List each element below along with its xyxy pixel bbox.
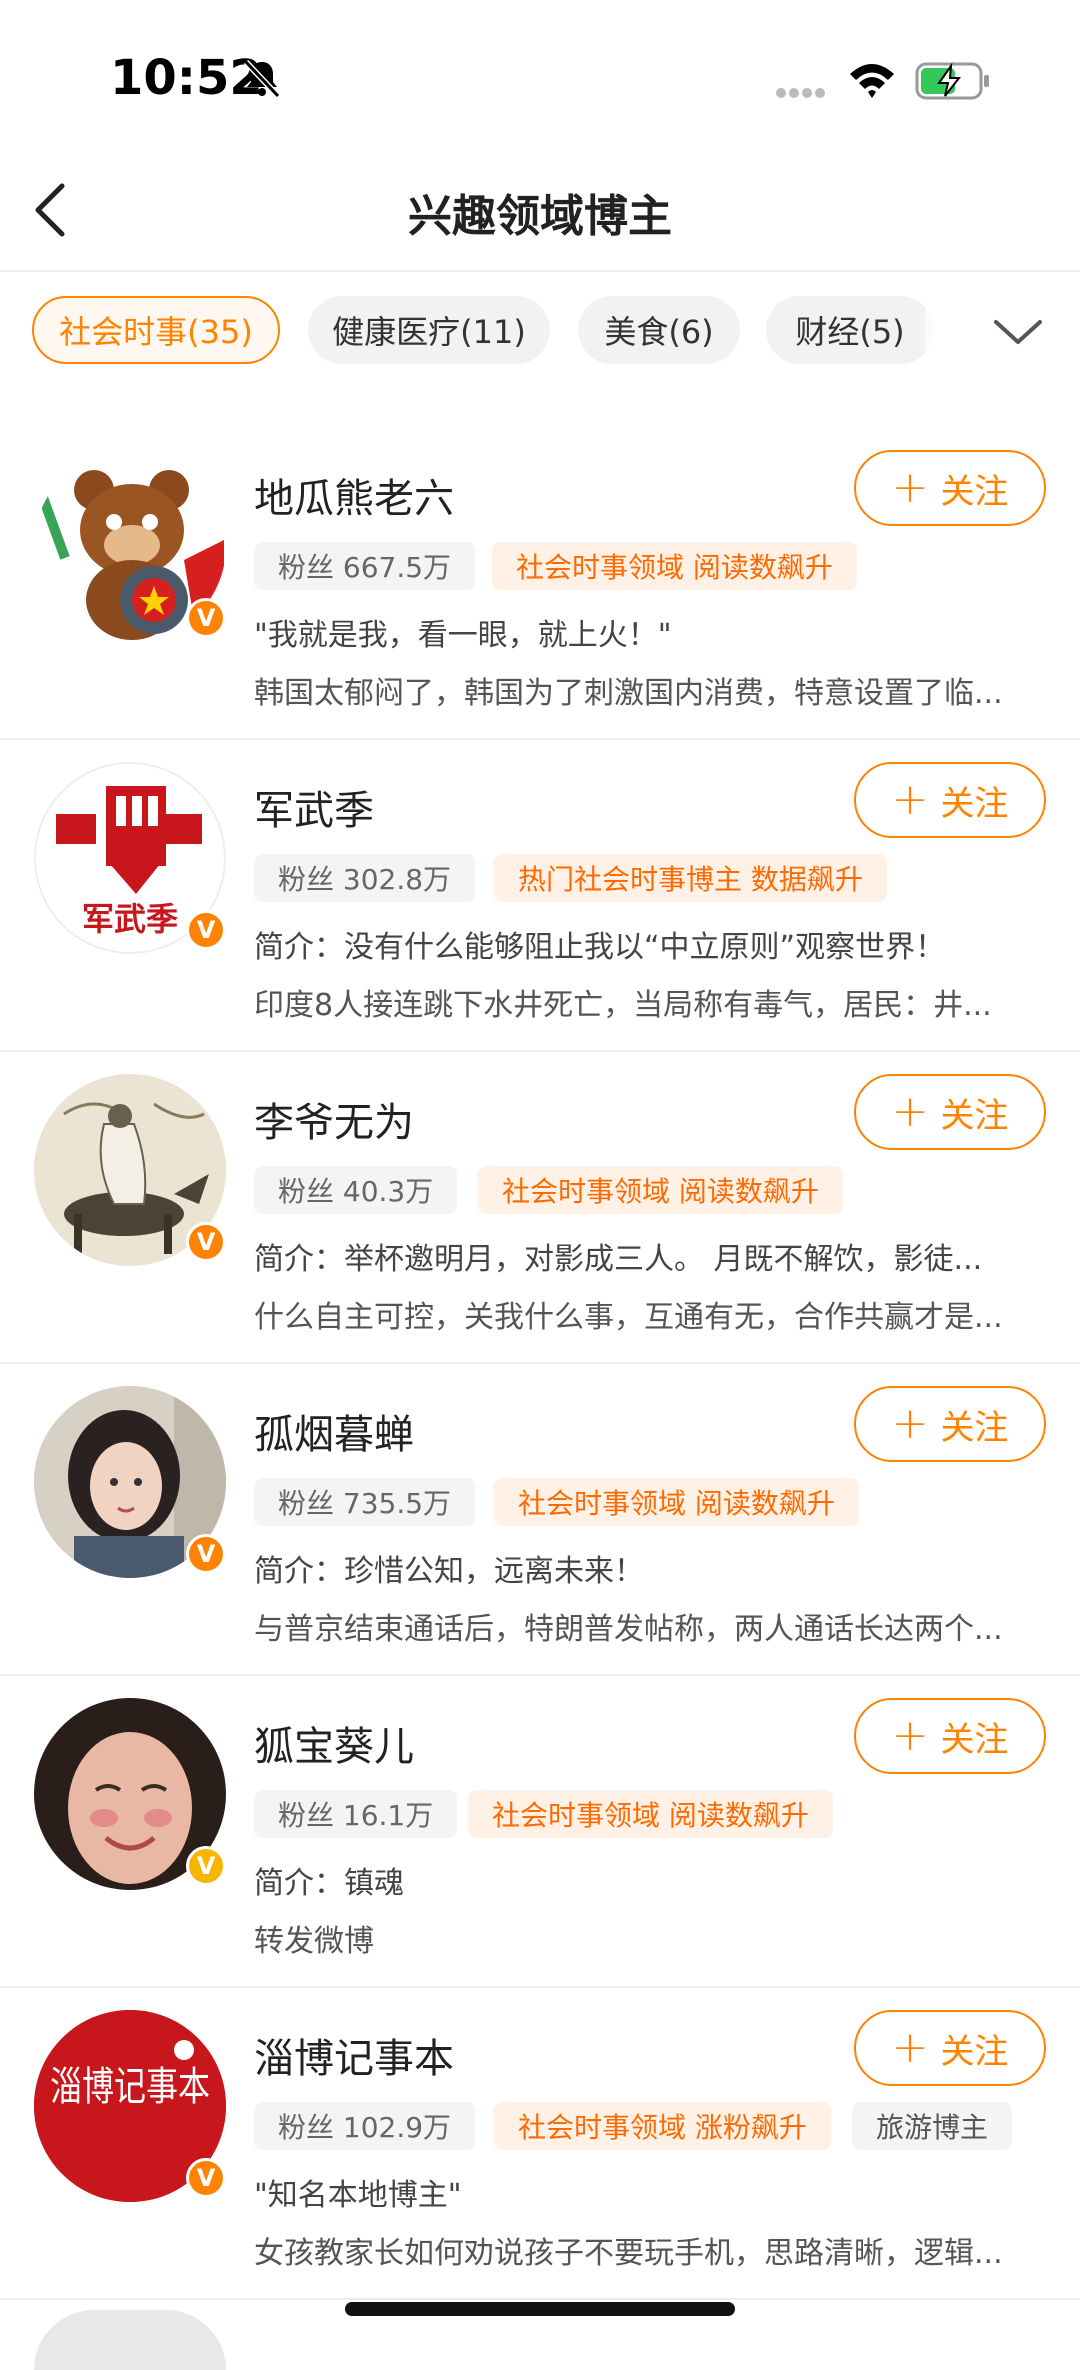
fans-count: 粉丝 667.5万 <box>254 542 476 590</box>
latest-post[interactable]: 女孩教家长如何劝说孩子不要玩手机，思路清晰，逻辑... <box>254 2228 1044 2272</box>
tab-health-medical[interactable]: 健康医疗(11) <box>308 296 550 364</box>
verified-badge: V <box>186 1222 226 1262</box>
domain-tag: 社会时事领域 阅读数飙升 <box>478 1166 843 1214</box>
user-bio: 简介：珍惜公知，远离未来！ <box>254 1554 644 1589</box>
verified-badge: V <box>186 910 226 950</box>
follow-button[interactable]: + 关注 <box>854 1074 1046 1150</box>
fans-count: 粉丝 102.9万 <box>254 2102 476 2150</box>
user-name[interactable]: 淄博记事本 <box>254 2026 454 2084</box>
user-bio: "知名本地博主" <box>254 2178 462 2213</box>
page-title: 兴趣领域博主 <box>408 191 672 242</box>
domain-tag: 社会时事领域 阅读数飙升 <box>492 542 857 590</box>
latest-post[interactable]: 转发微博 <box>254 1916 1044 1960</box>
user-bio: 简介：镇魂 <box>254 1866 404 1901</box>
fans-count: 粉丝 16.1万 <box>254 1790 458 1838</box>
avatar-logo-text: 淄博记事本 <box>50 2064 210 2110</box>
latest-post[interactable]: 韩国太郁闷了，韩国为了刺激国内消费，特意设置了临... <box>254 668 1044 712</box>
fans-count: 粉丝 302.8万 <box>254 854 476 902</box>
home-indicator[interactable] <box>345 2302 735 2316</box>
user-bio: 简介：没有什么能够阻止我以“中立原则”观察世界！ <box>254 930 946 965</box>
list-item[interactable]: 淄博记事本 V 淄博记事本 粉丝 102.9万 社会时事领域 涨粉飙升 旅游博主… <box>0 1988 1080 2300</box>
follow-button[interactable]: + 关注 <box>854 1386 1046 1462</box>
domain-tag: 社会时事领域 阅读数飙升 <box>494 1478 859 1526</box>
tab-social-affairs[interactable]: 社会时事(35) <box>32 296 280 364</box>
follow-button[interactable]: + 关注 <box>854 450 1046 526</box>
plus-icon: + <box>891 1398 929 1449</box>
domain-tag: 社会时事领域 阅读数飙升 <box>468 1790 833 1838</box>
plus-icon: + <box>891 462 929 513</box>
verified-badge: V <box>186 1846 226 1886</box>
user-bio: "我就是我，看一眼，就上火！" <box>254 618 672 653</box>
signal-icon <box>776 88 825 98</box>
user-bio: 简介：举杯邀明月，对影成三人。 月既不解饮，影徒... <box>254 1242 983 1277</box>
verified-badge: V <box>186 598 226 638</box>
list-item[interactable]: V 李爷无为 粉丝 40.3万 社会时事领域 阅读数飙升 简介：举杯邀明月，对影… <box>0 1052 1080 1364</box>
latest-post[interactable]: 印度8人接连跳下水井死亡，当局称有毒气，居民：井... <box>254 980 1044 1024</box>
follow-button[interactable]: + 关注 <box>854 2010 1046 2086</box>
nav-bar: 兴趣领域博主 <box>0 150 1080 272</box>
latest-post[interactable]: 什么自主可控，关我什么事，互通有无，合作共赢才是... <box>254 1292 1044 1336</box>
avatar-logo-text: 军武季 <box>82 900 178 938</box>
verified-badge: V <box>186 2158 226 2198</box>
next-avatar-peek <box>34 2310 226 2370</box>
list-item[interactable]: 军武季 V 军武季 粉丝 302.8万 热门社会时事博主 数据飙升 简介：没有什… <box>0 740 1080 1052</box>
user-name[interactable]: 孤烟暮蝉 <box>254 1402 414 1460</box>
latest-post[interactable]: 与普京结束通话后，特朗普发帖称，两人通话长达两个... <box>254 1604 1044 1648</box>
category-tabs: 社会时事(35) 健康医疗(11) 美食(6) 财经(5) <box>0 290 1080 380</box>
list-item[interactable]: V 狐宝葵儿 粉丝 16.1万 社会时事领域 阅读数飙升 简介：镇魂 转发微博 … <box>0 1676 1080 1988</box>
domain-tag: 热门社会时事博主 数据飙升 <box>494 854 887 902</box>
tab-food[interactable]: 美食(6) <box>578 296 740 364</box>
follow-button[interactable]: + 关注 <box>854 762 1046 838</box>
user-name[interactable]: 军武季 <box>254 778 374 836</box>
list-item[interactable]: V 孤烟暮蝉 粉丝 735.5万 社会时事领域 阅读数飙升 简介：珍惜公知，远离… <box>0 1364 1080 1676</box>
plus-icon: + <box>891 774 929 825</box>
user-name[interactable]: 李爷无为 <box>254 1090 414 1148</box>
tab-finance[interactable]: 财经(5) <box>766 296 934 364</box>
plus-icon: + <box>891 1086 929 1137</box>
fans-count: 粉丝 40.3万 <box>254 1166 458 1214</box>
status-bar: 10:52 <box>0 0 1080 150</box>
user-name[interactable]: 地瓜熊老六 <box>254 466 454 524</box>
divider <box>0 2298 1080 2300</box>
domain-tag: 旅游博主 <box>852 2102 1013 2150</box>
list-item[interactable]: V 地瓜熊老六 粉丝 667.5万 社会时事领域 阅读数飙升 "我就是我，看一眼… <box>0 428 1080 740</box>
verified-badge: V <box>186 1534 226 1574</box>
follow-button[interactable]: + 关注 <box>854 1698 1046 1774</box>
domain-tag: 社会时事领域 涨粉飙升 <box>494 2102 831 2150</box>
plus-icon: + <box>891 1710 929 1761</box>
fans-count: 粉丝 735.5万 <box>254 1478 476 1526</box>
user-name[interactable]: 狐宝葵儿 <box>254 1714 414 1772</box>
wifi-icon <box>850 64 894 98</box>
battery-charging-icon <box>915 62 989 100</box>
plus-icon: + <box>891 2022 929 2073</box>
bell-muted-icon <box>243 59 281 99</box>
chevron-down-icon[interactable] <box>990 312 1046 352</box>
